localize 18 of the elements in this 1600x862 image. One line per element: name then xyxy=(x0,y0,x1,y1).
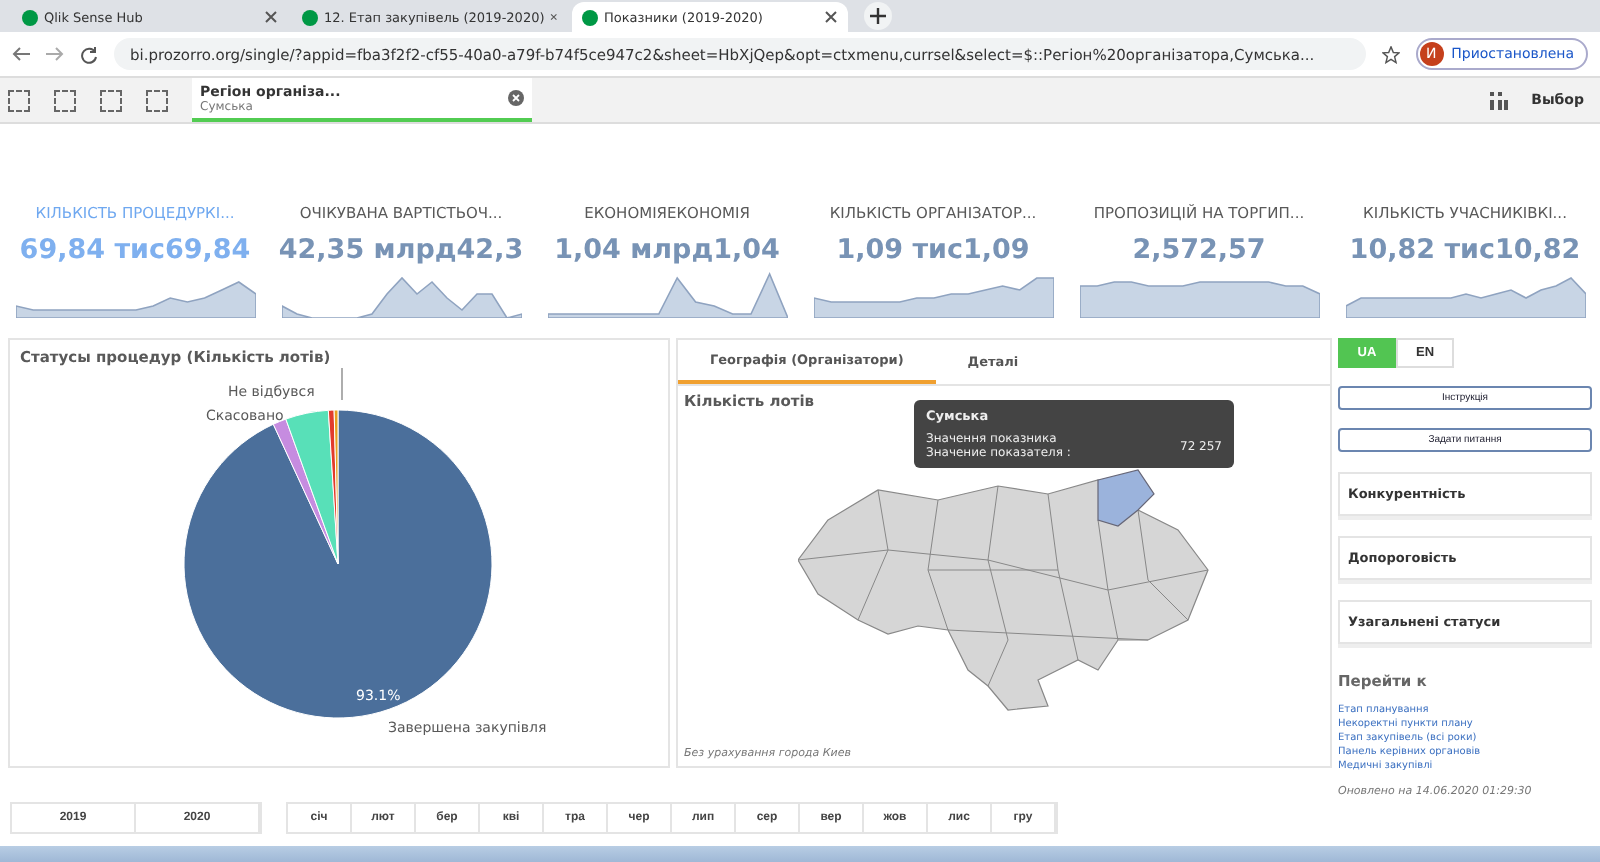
close-icon[interactable] xyxy=(508,90,524,106)
grid-icon[interactable] xyxy=(1489,91,1508,109)
qlik-icon xyxy=(582,9,598,25)
kpi-value: 69,84 тис69,84 xyxy=(19,234,251,266)
close-icon[interactable] xyxy=(264,10,278,24)
qlik-icon xyxy=(22,9,38,25)
kpi-value: 10,82 тис10,82 xyxy=(1349,234,1581,266)
star-icon[interactable] xyxy=(1381,45,1400,63)
kpi-value: 1,04 млрд1,04 xyxy=(554,234,780,266)
kpi-value: 2,572,57 xyxy=(1132,234,1266,266)
reload-icon[interactable] xyxy=(80,45,98,63)
leader-line xyxy=(341,367,343,401)
close-icon[interactable] xyxy=(550,10,558,24)
close-icon[interactable] xyxy=(824,10,838,24)
kpi-value: 42,35 млрд42,3 xyxy=(278,234,524,266)
new-tab-icon[interactable] xyxy=(864,2,892,30)
kpi-value: 1,09 тис1,09 xyxy=(836,234,1030,266)
qlik-icon xyxy=(302,9,318,25)
